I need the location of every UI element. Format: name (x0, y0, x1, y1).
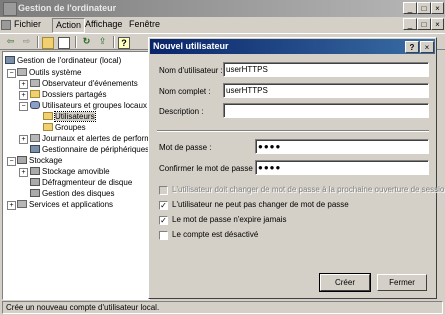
device-manager-icon (30, 145, 40, 153)
performance-icon (30, 134, 40, 142)
username-label: Nom d'utilisateur : (159, 66, 223, 75)
expand-icon[interactable]: + (7, 201, 16, 210)
expand-icon[interactable]: + (19, 80, 28, 89)
dialog-title: Nouvel utilisateur (153, 41, 229, 51)
tree-item-root[interactable]: Gestion de l'ordinateur (local) (5, 55, 121, 66)
description-label: Description : (159, 107, 204, 116)
users-groups-icon (30, 101, 40, 109)
cannot-change-password-checkbox[interactable]: ✓ (159, 201, 168, 210)
separator (157, 130, 429, 132)
status-bar: Crée un nouveau compte d'utilisateur loc… (2, 301, 443, 314)
expand-icon[interactable]: + (19, 168, 28, 177)
main-window-titlebar[interactable]: Gestion de l'ordinateur _ □ × (0, 0, 445, 17)
child-restore-button[interactable]: □ (417, 18, 431, 30)
disk-management-icon (30, 189, 40, 197)
tree-item-services-apps[interactable]: Services et applications (17, 199, 113, 210)
folder-icon (43, 123, 53, 131)
password-label: Mot de passe : (159, 143, 212, 152)
password-never-expires-label: Le mot de passe n'expire jamais (172, 215, 287, 224)
removable-storage-icon (30, 167, 40, 175)
tree-item-event-viewer[interactable]: Observateur d'événements (30, 78, 138, 89)
computer-management-icon (3, 2, 17, 16)
help-icon[interactable]: ? (118, 37, 130, 49)
account-disabled-checkbox[interactable] (159, 231, 168, 240)
expand-icon[interactable]: + (19, 135, 28, 144)
close-button[interactable]: × (431, 2, 444, 14)
tree-item-system-tools[interactable]: Outils système (17, 67, 81, 78)
tree-item-groups[interactable]: Groupes (43, 122, 86, 133)
fullname-input[interactable]: userHTTPS (223, 83, 429, 98)
minimize-button[interactable]: _ (403, 2, 417, 14)
cannot-change-password-label: L'utilisateur ne peut pas changer de mot… (172, 200, 349, 209)
tree-item-removable-storage[interactable]: Stockage amovible (30, 166, 110, 177)
maximize-button[interactable]: □ (417, 2, 431, 14)
dialog-titlebar[interactable]: Nouvel utilisateur ? × (150, 39, 435, 54)
storage-icon (17, 156, 27, 164)
dialog-help-button[interactable]: ? (405, 41, 419, 53)
create-button[interactable]: Créer (319, 273, 371, 292)
menu-fenetre[interactable]: Fenêtre (126, 18, 163, 31)
collapse-icon[interactable]: − (19, 102, 28, 111)
window-title: Gestion de l'ordinateur (18, 3, 117, 13)
password-input[interactable]: ●●●● (255, 139, 429, 154)
up-folder-icon[interactable] (42, 37, 54, 49)
password-never-expires-checkbox[interactable]: ✓ (159, 216, 168, 225)
description-input[interactable] (223, 103, 429, 118)
menu-action[interactable]: Action (52, 18, 86, 33)
dialog-close-button[interactable]: × (420, 41, 434, 53)
menu-affichage[interactable]: Affichage (82, 18, 125, 31)
collapse-icon[interactable]: − (7, 157, 16, 166)
defragmenter-icon (30, 178, 40, 186)
folder-open-icon (43, 112, 53, 120)
tree-item-device-manager[interactable]: Gestionnaire de périphériques (30, 144, 149, 155)
account-disabled-label: Le compte est désactivé (172, 230, 259, 239)
tree-item-local-users-groups[interactable]: Utilisateurs et groupes locaux (30, 100, 147, 111)
tree-item-storage[interactable]: Stockage (17, 155, 62, 166)
must-change-password-label: L'utilisateur doit changer de mot de pas… (172, 185, 445, 194)
tree-toggle-icon[interactable] (58, 37, 70, 49)
username-input[interactable]: userHTTPS (223, 62, 429, 77)
shared-folder-icon (30, 90, 40, 98)
console-tree[interactable]: Gestion de l'ordinateur (local) − Outils… (2, 51, 150, 300)
child-minimize-button[interactable]: _ (403, 18, 417, 30)
back-arrow-icon[interactable]: ⇦ (4, 35, 17, 48)
services-icon (17, 200, 27, 208)
collapse-icon[interactable]: − (7, 69, 16, 78)
refresh-icon[interactable]: ↻ (80, 35, 93, 48)
export-icon[interactable]: ⇪ (96, 35, 109, 48)
new-user-dialog: Nouvel utilisateur ? × Nom d'utilisateur… (148, 37, 445, 299)
close-dialog-button[interactable]: Fermer (377, 274, 427, 291)
confirm-password-label: Confirmer le mot de passe : (159, 164, 258, 173)
tree-item-shared-folders[interactable]: Dossiers partagés (30, 89, 106, 100)
tree-item-users[interactable]: Utilisateurs (43, 111, 96, 122)
forward-arrow-icon[interactable]: ⇨ (20, 35, 33, 48)
fullname-label: Nom complet : (159, 87, 211, 96)
tree-item-defragmenter[interactable]: Défragmenteur de disque (30, 177, 132, 188)
expand-icon[interactable]: + (19, 91, 28, 100)
event-viewer-icon (30, 79, 40, 87)
child-close-button[interactable]: × (431, 18, 444, 30)
tree-item-perf-logs[interactable]: Journaux et alertes de perform (30, 133, 149, 144)
must-change-password-checkbox[interactable] (159, 186, 168, 195)
window-menu-icon[interactable] (1, 20, 11, 30)
computer-icon (5, 56, 15, 64)
tree-item-disk-management[interactable]: Gestion des disques (30, 188, 115, 199)
tools-icon (17, 68, 27, 76)
menu-fichier[interactable]: Fichier (1, 18, 44, 31)
menu-bar: Fichier Action Affichage Fenêtre _ □ × (0, 17, 445, 33)
confirm-password-input[interactable]: ●●●● (255, 160, 429, 175)
